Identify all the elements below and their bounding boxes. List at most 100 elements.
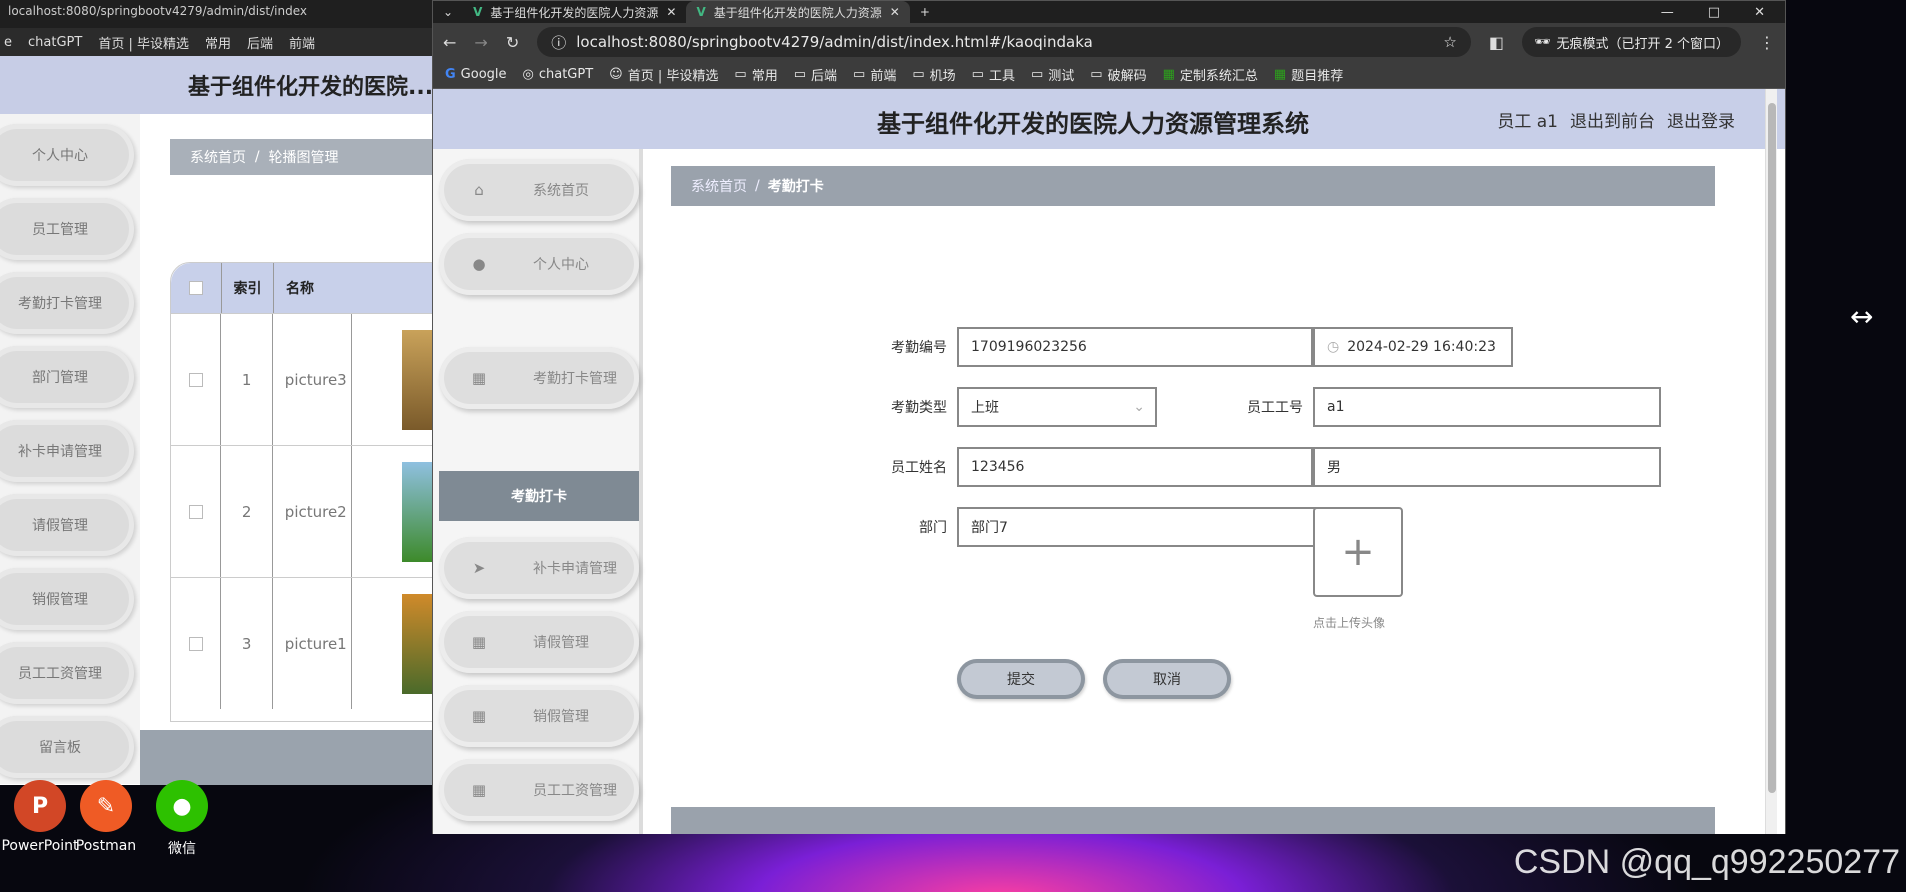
bookmark-label: 破解码 — [1107, 69, 1147, 84]
sidebar-item-home[interactable]: ⌂ 系统首页 — [439, 159, 639, 221]
back-bookmark[interactable]: chatGPT — [28, 35, 82, 50]
back-sidebar-item[interactable]: 员工工资管理 — [0, 642, 134, 704]
logout-link[interactable]: 退出登录 — [1667, 107, 1735, 132]
select-all-checkbox[interactable] — [189, 281, 203, 295]
reload-icon[interactable]: ↻ — [506, 33, 519, 52]
bookmark-bishe[interactable]: ☺ 首页 | 毕设精选 — [609, 65, 718, 84]
browser-tab-active[interactable]: V 基于组件化开发的医院人力资源 ✕ — [686, 1, 910, 23]
desktop-icon-wechat[interactable]: ● 微信 — [142, 780, 222, 858]
bookmark-sheet[interactable]: ▦ 题目推荐 — [1274, 65, 1343, 84]
plus-icon: + — [1341, 529, 1375, 575]
cancel-button[interactable]: 取消 — [1103, 659, 1231, 699]
bookmark-folder[interactable]: ▭ 破解码 — [1090, 65, 1146, 84]
to-front-link[interactable]: 退出到前台 — [1570, 107, 1655, 132]
table-row[interactable]: 2 picture2 — [171, 445, 439, 577]
sidebar-item-salary[interactable]: ▦ 员工工资管理 — [439, 759, 639, 821]
table-row[interactable]: 3 picture1 — [171, 577, 439, 709]
type-select[interactable]: 上班 ⌄ — [957, 387, 1157, 427]
row-name: picture1 — [271, 578, 351, 709]
back-sidebar-item[interactable]: 个人中心 — [0, 124, 134, 186]
vertical-scrollbar[interactable] — [1765, 89, 1777, 834]
back-sidebar-item[interactable]: 留言板 — [0, 716, 134, 778]
bookmark-folder[interactable]: ▭ 机场 — [912, 65, 955, 84]
sidebar-item-makeup[interactable]: ➤ 补卡申请管理 — [439, 537, 639, 599]
tab-close-icon[interactable]: ✕ — [666, 5, 676, 19]
avatar-upload[interactable]: + — [1313, 507, 1403, 597]
scrollbar-thumb[interactable] — [1768, 103, 1776, 793]
bookmark-folder[interactable]: ▭ 前端 — [853, 65, 896, 84]
forward-icon[interactable]: → — [474, 33, 487, 52]
back-sidebar-item[interactable]: 销假管理 — [0, 568, 134, 630]
folder-icon: ▭ — [853, 67, 866, 82]
dept-field[interactable]: 部门7 — [957, 507, 1357, 547]
back-breadcrumb: 系统首页 / 轮播图管理 — [170, 139, 440, 175]
emp-no-label: 员工工号 — [1247, 400, 1303, 416]
datetime-field[interactable]: ◷ 2024-02-29 16:40:23 — [1313, 327, 1513, 367]
bookmark-google[interactable]: G Google — [445, 67, 507, 82]
url-bar[interactable]: ⓘ localhost:8080/springbootv4279/admin/d… — [537, 27, 1471, 57]
sidebar: ⌂ 系统首页 ● 个人中心 ▦ 考勤打卡管理 考勤打卡 ➤ 补卡申请管理 ▦ 请假管理 ▦… — [433, 149, 643, 834]
sidebar-item-cancel-leave[interactable]: ▦ 销假管理 — [439, 685, 639, 747]
bookmark-folder[interactable]: ▭ 工具 — [972, 65, 1015, 84]
tab-dropdown-icon[interactable]: ⌄ — [433, 1, 463, 23]
watermark: CSDN @qq_q992250277 — [1513, 843, 1900, 881]
sidebar-item-attendance[interactable]: ▦ 考勤打卡管理 — [439, 347, 639, 409]
back-sidebar-item[interactable]: 员工管理 — [0, 198, 134, 260]
row-checkbox[interactable] — [188, 372, 203, 387]
main-content: 系统首页 / 考勤打卡 考勤编号 1709196023256 ◷ 2024-02-… — [647, 149, 1757, 834]
bookmark-label: 前端 — [870, 69, 897, 84]
table-row[interactable]: 1 picture3 — [171, 313, 439, 445]
emp-no-field[interactable]: a1 — [1313, 387, 1661, 427]
bookmark-label: Google — [460, 67, 507, 82]
submit-button[interactable]: 提交 — [957, 659, 1085, 699]
back-bookmark[interactable]: 前端 — [289, 33, 315, 52]
sidepanel-icon[interactable]: ◧ — [1489, 33, 1504, 52]
back-sidebar-item[interactable]: 补卡申请管理 — [0, 420, 134, 482]
row-checkbox[interactable] — [188, 636, 203, 651]
back-breadcrumb-home[interactable]: 系统首页 — [190, 147, 246, 167]
kaoqin-no-field[interactable]: 1709196023256 — [957, 327, 1313, 367]
desktop-icon-postman[interactable]: ✎ Postman — [66, 780, 146, 854]
bookmark-label: 常用 — [751, 69, 778, 84]
back-browser-window[interactable]: localhost:8080/springbootv4279/admin/dis… — [0, 0, 440, 785]
bookmark-chatgpt[interactable]: ◎ chatGPT — [523, 67, 594, 82]
bookmark-folder[interactable]: ▭ 常用 — [734, 65, 777, 84]
incognito-indicator[interactable]: 🕶 无痕模式（已打开 2 个窗口） — [1521, 27, 1741, 57]
back-bookmark[interactable]: e — [4, 35, 12, 50]
gender-field[interactable]: 男 — [1313, 447, 1661, 487]
row-checkbox[interactable] — [188, 504, 203, 519]
site-icon: ☺ — [609, 67, 623, 82]
new-tab-button[interactable]: + — [910, 1, 940, 23]
app-header: 基于组件化开发的医院人力资源管理系统 员工 a1 退出到前台 退出登录 — [433, 89, 1785, 149]
back-bookmark[interactable]: 后端 — [247, 33, 273, 52]
bookmark-sheet[interactable]: ▦ 定制系统汇总 — [1163, 65, 1258, 84]
grid-icon: ▦ — [471, 707, 487, 725]
menu-kebab-icon[interactable]: ⋮ — [1759, 33, 1775, 52]
close-window-icon[interactable]: ✕ — [1754, 5, 1765, 20]
breadcrumb-home[interactable]: 系统首页 — [691, 176, 747, 196]
tab-close-icon[interactable]: ✕ — [890, 5, 900, 19]
back-icon[interactable]: ← — [443, 33, 456, 52]
bookmark-folder[interactable]: ▭ 测试 — [1031, 65, 1074, 84]
maximize-icon[interactable]: □ — [1708, 5, 1720, 20]
sidebar-item-profile[interactable]: ● 个人中心 — [439, 233, 639, 295]
folder-icon: ▭ — [912, 67, 925, 82]
front-browser-window[interactable]: ⌄ V 基于组件化开发的医院人力资源 ✕ V 基于组件化开发的医院人力资源 ✕ … — [432, 0, 1786, 834]
back-sidebar-item[interactable]: 请假管理 — [0, 494, 134, 556]
folder-icon: ▭ — [734, 67, 747, 82]
clock-icon: ◷ — [1327, 339, 1340, 355]
bookmark-star-icon[interactable]: ☆ — [1443, 33, 1456, 51]
bookmark-folder[interactable]: ▭ 后端 — [794, 65, 837, 84]
postman-icon: ✎ — [80, 780, 132, 832]
back-tab-strip[interactable]: localhost:8080/springbootv4279/admin/dis… — [0, 0, 440, 28]
back-sidebar-item[interactable]: 部门管理 — [0, 346, 134, 408]
back-bookmark[interactable]: 首页 | 毕设精选 — [98, 33, 189, 52]
site-info-icon[interactable]: ⓘ — [551, 32, 566, 53]
minimize-icon[interactable]: — — [1661, 5, 1674, 20]
browser-tab[interactable]: V 基于组件化开发的医院人力资源 ✕ — [463, 1, 686, 23]
sidebar-item-leave[interactable]: ▦ 请假管理 — [439, 611, 639, 673]
back-sidebar-item[interactable]: 考勤打卡管理 — [0, 272, 134, 334]
back-bookmark[interactable]: 常用 — [205, 33, 231, 52]
emp-name-field[interactable]: 123456 — [957, 447, 1313, 487]
sidebar-subitem-checkin[interactable]: 考勤打卡 — [439, 471, 639, 521]
